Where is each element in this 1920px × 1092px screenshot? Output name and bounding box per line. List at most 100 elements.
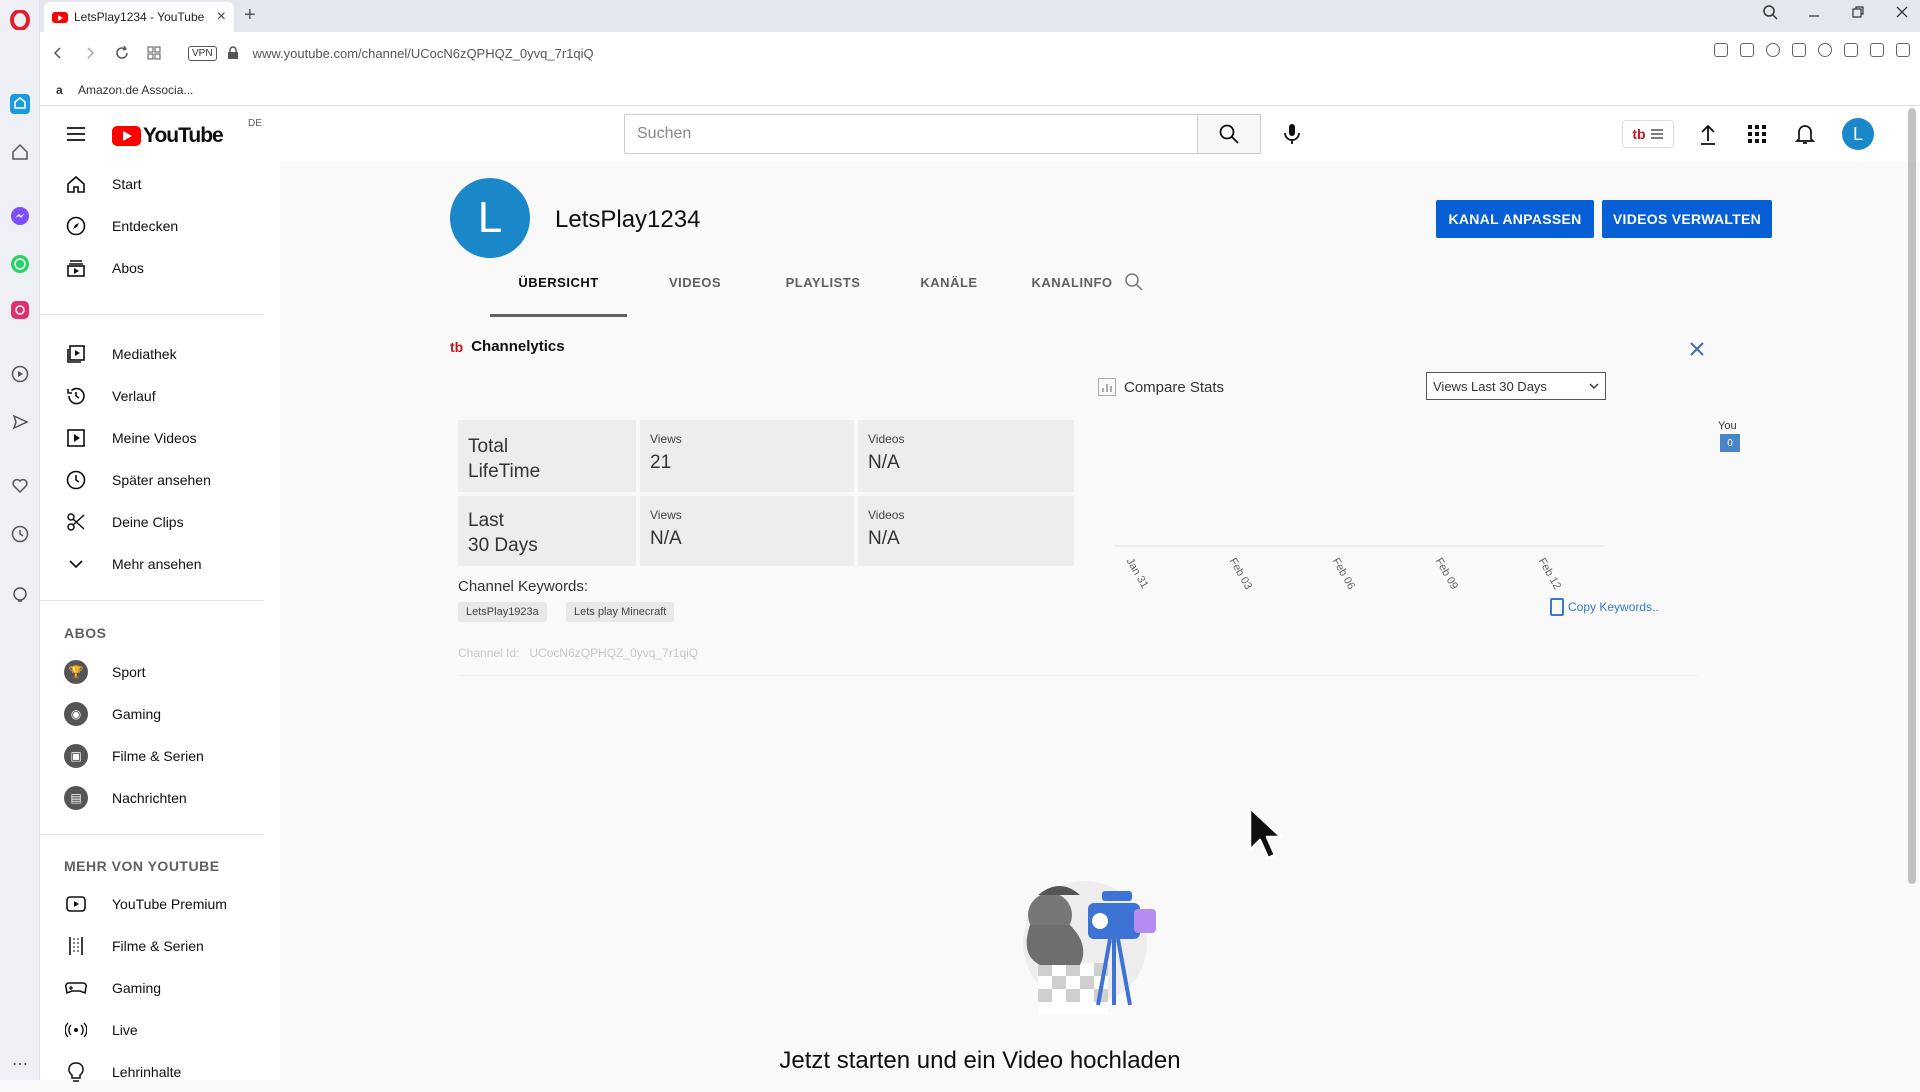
- channel-header: L LetsPlay1234 KANAL ANPASSEN VIDEOS VER…: [280, 162, 1920, 326]
- sidebar-item-nachrichten[interactable]: ▤ Nachrichten: [40, 778, 280, 818]
- search-tabs-icon[interactable]: [1762, 4, 1778, 20]
- url-text[interactable]: www.youtube.com/channel/UCocN6zQPHQZ_0yv…: [253, 46, 594, 61]
- extensions-icon[interactable]: [1844, 43, 1858, 57]
- sidebar-item-spaeter-ansehen[interactable]: Später ansehen: [40, 460, 280, 500]
- stat-last-30-days-label: Last 30 Days: [458, 496, 636, 566]
- sidebar-item-filme-serien-abo[interactable]: ▣ Filme & Serien: [40, 736, 280, 776]
- bookmarks-bar: a Amazon.de Associa...: [40, 74, 1920, 106]
- sidebar-heading-abos: ABOS: [64, 625, 107, 641]
- flow-icon[interactable]: [1792, 43, 1806, 57]
- sidebar-item-mediathek[interactable]: Mediathek: [40, 334, 280, 374]
- youtube-header: YouTube DE tb L: [40, 106, 1920, 162]
- close-window-icon[interactable]: [1894, 4, 1910, 20]
- vpn-badge[interactable]: VPN: [188, 45, 217, 61]
- search-button[interactable]: [1197, 114, 1261, 154]
- home-rail-icon[interactable]: [8, 140, 32, 164]
- customize-channel-button[interactable]: KANAL ANPASSEN: [1436, 200, 1594, 238]
- panel-divider: [458, 675, 1698, 676]
- address-bar: VPN www.youtube.com/channel/UCocN6zQPHQZ…: [40, 32, 1920, 74]
- hamburger-menu-icon[interactable]: [64, 122, 88, 146]
- send-icon[interactable]: [8, 410, 32, 434]
- download-icon[interactable]: [1870, 43, 1884, 57]
- instagram-icon[interactable]: [8, 298, 32, 322]
- sidebar-item-youtube-premium[interactable]: YouTube Premium: [40, 884, 280, 924]
- keyword-chip[interactable]: Lets play Minecraft: [566, 602, 675, 622]
- sidebar-item-start[interactable]: Start: [40, 164, 280, 204]
- stat-total-views: Views 21: [640, 420, 854, 492]
- stat-total-videos: Videos N/A: [858, 420, 1074, 492]
- channel-id-value: UCocN6zQPHQZ_0yvq_7r1qiQ: [529, 646, 699, 660]
- sidebar-divider: [40, 834, 264, 835]
- apps-grid-icon[interactable]: [1745, 122, 1769, 146]
- camera-icon[interactable]: [1740, 43, 1754, 57]
- sidebar-item-live[interactable]: Live: [40, 1010, 280, 1050]
- subscriptions-icon: [64, 256, 88, 280]
- account-avatar[interactable]: L: [1842, 118, 1874, 150]
- minimize-icon[interactable]: [1806, 4, 1822, 20]
- channel-search-icon[interactable]: [1124, 272, 1144, 292]
- easy-setup-icon[interactable]: [1896, 43, 1910, 57]
- sidebar-item-abos[interactable]: Abos: [40, 248, 280, 288]
- channel-name: LetsPlay1234: [555, 206, 701, 233]
- microphone-icon[interactable]: [1276, 118, 1308, 150]
- speed-dial-icon[interactable]: [140, 39, 168, 67]
- adblock-icon[interactable]: [1766, 43, 1780, 57]
- tab-kanaele[interactable]: KANÄLE: [891, 275, 1007, 290]
- sidebar-item-verlauf[interactable]: Verlauf: [40, 376, 280, 416]
- channel-keywords-label: Channel Keywords:: [458, 578, 589, 595]
- new-tab-icon[interactable]: +: [244, 4, 256, 27]
- tab-close-icon[interactable]: ×: [217, 8, 226, 26]
- workspace-icon[interactable]: [8, 92, 32, 116]
- more-icon[interactable]: ⋯: [8, 1052, 32, 1076]
- home-icon: [64, 172, 88, 196]
- lightbulb-icon: [64, 1060, 88, 1084]
- upload-icon[interactable]: [1696, 122, 1720, 146]
- heart-icon[interactable]: [8, 474, 32, 498]
- sidebar-divider: [40, 600, 264, 601]
- sidebar-item-gaming[interactable]: Gaming: [40, 968, 280, 1008]
- tab-videos[interactable]: VIDEOS: [635, 275, 755, 290]
- clock-icon[interactable]: [8, 522, 32, 546]
- tab-uebersicht[interactable]: ÜBERSICHT: [490, 275, 627, 290]
- youtube-logo[interactable]: YouTube DE: [112, 118, 262, 148]
- back-icon[interactable]: [44, 39, 72, 67]
- lightbulb-rail-icon[interactable]: [8, 584, 32, 608]
- manage-videos-button[interactable]: VIDEOS VERWALTEN: [1602, 200, 1772, 238]
- views-range-select[interactable]: Views Last 30 Days: [1426, 372, 1606, 400]
- channel-avatar[interactable]: L: [450, 178, 530, 258]
- forward-icon[interactable]: [76, 39, 104, 67]
- window-controls: [1762, 4, 1910, 20]
- snapshot-icon[interactable]: [1714, 43, 1728, 57]
- messenger-icon[interactable]: [8, 204, 32, 228]
- sidebar-item-filme-serien[interactable]: Filme & Serien: [40, 926, 280, 966]
- compare-stats-button[interactable]: Compare Stats: [1098, 378, 1224, 396]
- gamepad-icon: ◉: [64, 702, 88, 726]
- sidebar-item-gaming-abo[interactable]: ◉ Gaming: [40, 694, 280, 734]
- sidebar-item-deine-clips[interactable]: Deine Clips: [40, 502, 280, 542]
- notifications-bell-icon[interactable]: [1793, 122, 1817, 146]
- opera-logo-icon[interactable]: [8, 8, 32, 32]
- reload-icon[interactable]: [108, 39, 136, 67]
- keyword-chip[interactable]: LetsPlay1923a: [458, 602, 547, 622]
- sidebar-item-lehrinhalte[interactable]: Lehrinhalte: [40, 1052, 280, 1092]
- lock-icon[interactable]: [227, 46, 239, 60]
- search-input[interactable]: [624, 114, 1198, 154]
- restore-icon[interactable]: [1850, 4, 1866, 20]
- browser-tab-active[interactable]: LetsPlay1234 - YouTube ×: [44, 2, 234, 32]
- tubebuddy-extension-button[interactable]: tb: [1622, 120, 1674, 148]
- player-icon[interactable]: [8, 362, 32, 386]
- copy-keywords-link[interactable]: Copy Keywords..: [1550, 598, 1659, 616]
- bookmark-amazon[interactable]: Amazon.de Associa...: [78, 83, 193, 97]
- channelytics-title: Channelytics: [471, 338, 565, 355]
- tab-kanalinfo[interactable]: KANALINFO: [1007, 275, 1137, 290]
- sidebar-item-sport[interactable]: 🏆 Sport: [40, 652, 280, 692]
- whatsapp-icon[interactable]: [8, 252, 32, 276]
- sidebar-item-meine-videos[interactable]: Meine Videos: [40, 418, 280, 458]
- tab-playlists[interactable]: PLAYLISTS: [755, 275, 891, 290]
- youtube-sidebar: Start Entdecken Abos Mediathek Verlauf M…: [40, 162, 280, 1082]
- sidebar-item-mehr-ansehen[interactable]: Mehr ansehen: [40, 544, 280, 584]
- sidebar-item-entdecken[interactable]: Entdecken: [40, 206, 280, 246]
- bookmark-heart-icon[interactable]: [1818, 43, 1832, 57]
- page-scrollbar[interactable]: [1908, 108, 1916, 884]
- close-icon[interactable]: [1688, 340, 1708, 360]
